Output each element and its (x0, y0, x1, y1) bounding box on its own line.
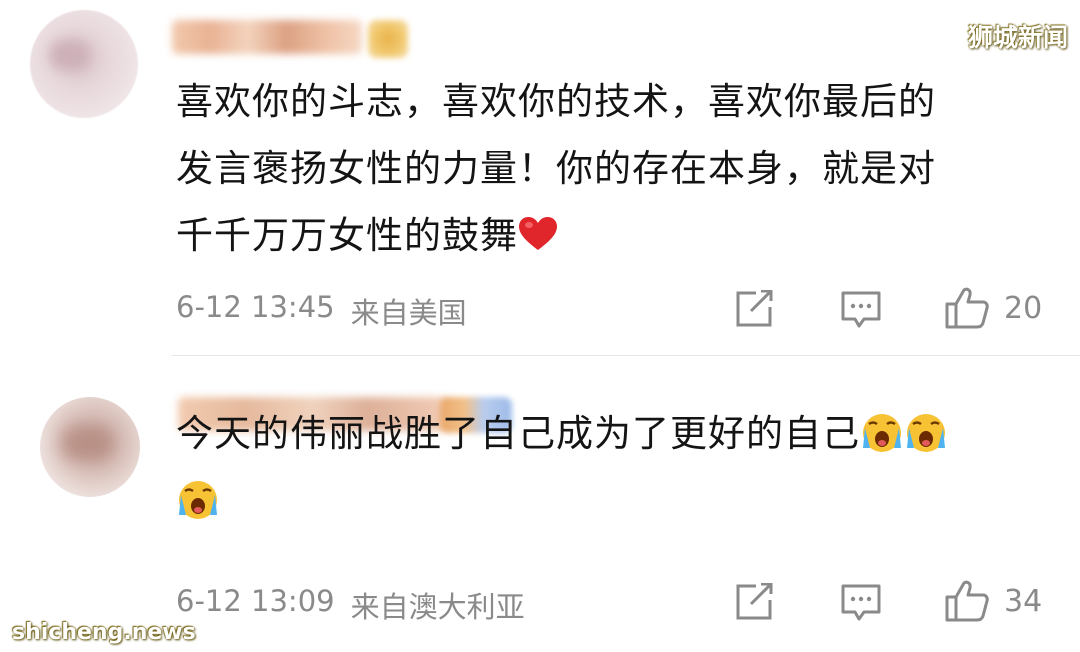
comment-text-line: 发言褒扬女性的力量！你的存在本身，就是对 (176, 147, 936, 190)
thumbs-up-icon (945, 287, 989, 329)
thumbs-up-icon (945, 580, 989, 622)
comment-location: 来自澳大利亚 (350, 590, 525, 624)
reply-button[interactable] (840, 583, 882, 623)
comment-time: 6-12 13:45 (176, 290, 335, 324)
like-button[interactable]: 34 (944, 579, 1042, 623)
like-count: 20 (1004, 290, 1043, 326)
comment-time: 6-12 13:09 (176, 584, 335, 618)
avatar[interactable] (40, 397, 140, 497)
user-badge-icon (368, 20, 408, 58)
comment-text: 今天的伟丽战胜了自己成为了更好的自己 (176, 400, 1040, 534)
watermark-logo: 狮城新闻 (967, 23, 1068, 52)
crying-face-emoji-icon (904, 408, 948, 452)
comment-text-line: 喜欢你的斗志，喜欢你的技术，喜欢你最后的 (176, 80, 936, 123)
watermark-url: shicheng.news (12, 620, 196, 645)
comment-location: 来自美国 (350, 296, 467, 330)
comment-meta: 6-12 13:45 来自美国 (176, 290, 467, 332)
comment-item: 今天的伟丽战胜了自己成为了更好的自己 6-12 13:09 来自澳大利亚 34 (0, 357, 1080, 652)
divider (172, 355, 1080, 356)
avatar[interactable] (30, 10, 138, 118)
comment-text-line (176, 467, 1040, 534)
comment-item: 喜欢你的斗志，喜欢你的技术，喜欢你最后的 发言褒扬女性的力量！你的存在本身，就是… (0, 0, 1080, 356)
comment-text-line: 今天的伟丽战胜了自己成为了更好的自己 (176, 400, 1040, 467)
like-count: 34 (1004, 583, 1043, 619)
repost-button[interactable] (734, 290, 774, 328)
repost-icon (736, 583, 773, 620)
repost-button[interactable] (734, 583, 774, 621)
comment-icon (841, 291, 881, 328)
comment-text-line: 千千万万女性的鼓舞 (176, 202, 1040, 273)
repost-icon (736, 290, 773, 327)
crying-face-emoji-icon (176, 475, 220, 519)
comment-meta: 6-12 13:09 来自澳大利亚 (176, 584, 525, 626)
comment-text: 喜欢你的斗志，喜欢你的技术，喜欢你最后的 发言褒扬女性的力量！你的存在本身，就是… (176, 68, 1040, 273)
heart-emoji-icon (518, 206, 558, 273)
comment-icon (841, 584, 881, 621)
reply-button[interactable] (840, 290, 882, 330)
comment-text-segment: 今天的伟丽战胜了自己成为了更好的自己 (176, 412, 860, 455)
crying-face-emoji-icon (860, 408, 904, 452)
comment-text-segment: 千千万万女性的鼓舞 (176, 214, 518, 257)
like-button[interactable]: 20 (944, 286, 1042, 330)
username-blurred[interactable] (172, 20, 362, 54)
